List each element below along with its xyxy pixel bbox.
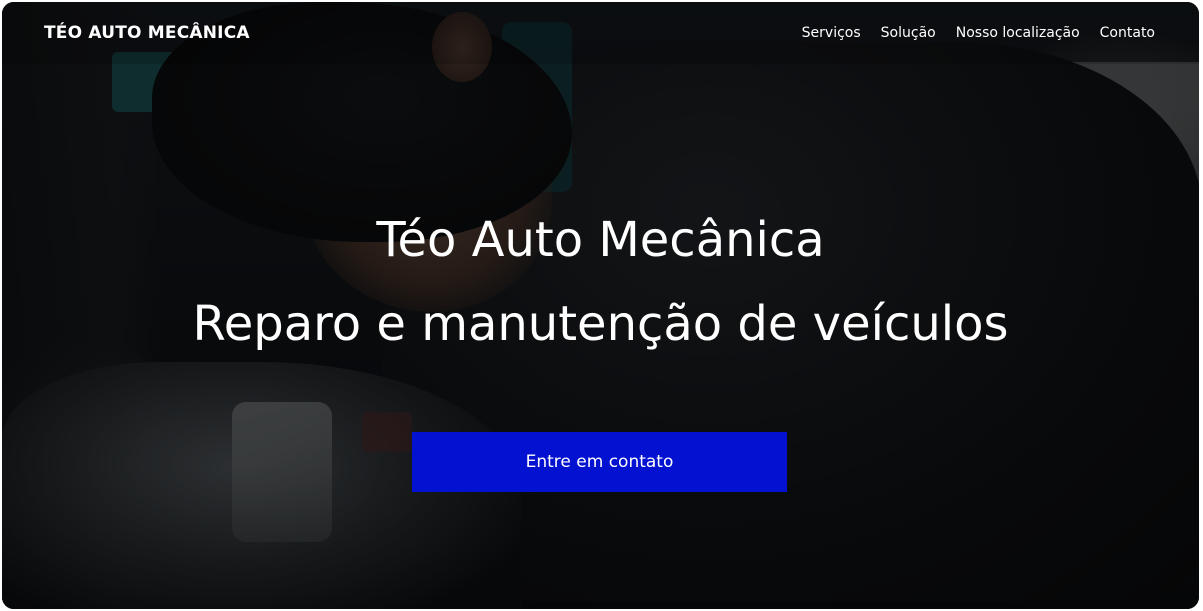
contact-cta-button[interactable]: Entre em contato [412,432,787,492]
nav-link-servicos[interactable]: Serviços [802,25,861,41]
hero-subtitle: Reparo e manutenção de veículos [192,296,1009,352]
hero-title: Téo Auto Mecânica [376,212,825,268]
page-frame: TÉO AUTO MECÂNICA Serviços Solução Nosso… [2,2,1199,609]
nav-link-localizacao[interactable]: Nosso localização [956,25,1080,41]
nav-links: Serviços Solução Nosso localização Conta… [802,25,1155,41]
nav-link-contato[interactable]: Contato [1100,25,1155,41]
top-navbar: TÉO AUTO MECÂNICA Serviços Solução Nosso… [2,2,1199,64]
brand-logo-text[interactable]: TÉO AUTO MECÂNICA [44,23,250,43]
nav-link-solucao[interactable]: Solução [881,25,936,41]
